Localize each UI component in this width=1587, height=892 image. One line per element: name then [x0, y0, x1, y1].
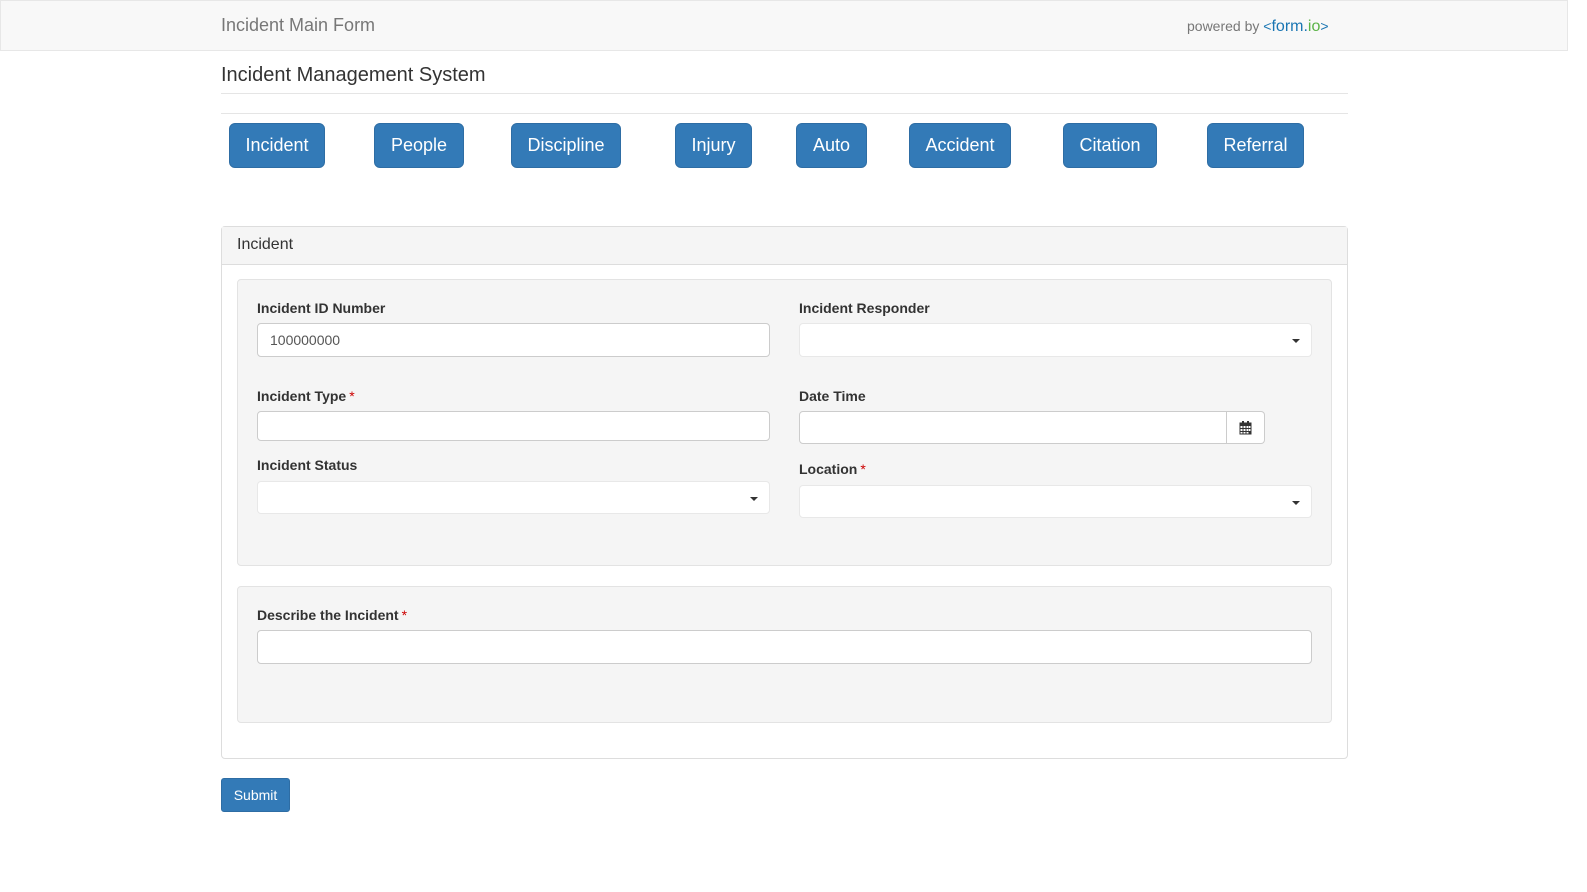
tab-auto[interactable]: Auto: [796, 123, 867, 168]
date-time-label: Date Time: [799, 388, 866, 404]
incident-type-input[interactable]: [257, 411, 770, 441]
tab-discipline[interactable]: Discipline: [511, 123, 621, 168]
date-time-input[interactable]: [799, 411, 1227, 444]
caret-down-icon: [1292, 501, 1300, 505]
incident-status-select[interactable]: [257, 481, 770, 514]
required-marker: *: [401, 607, 408, 623]
powered-by[interactable]: powered by <form.io>: [1187, 18, 1329, 36]
tab-people[interactable]: People: [374, 123, 464, 168]
page-title: Incident Management System: [221, 64, 1348, 94]
panel-title: Incident: [222, 227, 1347, 265]
tab-injury[interactable]: Injury: [675, 123, 752, 168]
location-label: Location *: [799, 461, 866, 477]
location-label-text: Location: [799, 461, 858, 477]
incident-responder-select[interactable]: [799, 323, 1312, 357]
incident-status-label: Incident Status: [257, 457, 358, 473]
required-marker: *: [860, 461, 866, 477]
calendar-button[interactable]: [1227, 411, 1265, 444]
navbar: Incident Main Form powered by <form.io>: [0, 0, 1568, 51]
navbar-brand[interactable]: Incident Main Form: [221, 15, 375, 36]
required-marker: *: [349, 388, 355, 404]
tab-accident[interactable]: Accident: [909, 123, 1011, 168]
formio-logo: <form.io>: [1263, 18, 1329, 35]
calendar-icon: [1239, 421, 1252, 435]
tab-citation[interactable]: Citation: [1063, 123, 1157, 168]
powered-by-text: powered by: [1187, 18, 1260, 34]
caret-down-icon: [1292, 339, 1300, 343]
describe-incident-input[interactable]: [257, 630, 1312, 664]
incident-responder-label: Incident Responder: [799, 300, 930, 316]
incident-id-label: Incident ID Number: [257, 300, 386, 316]
incident-type-label: Incident Type *: [257, 388, 355, 404]
incident-id-input[interactable]: [257, 323, 770, 357]
logo-form: form: [1271, 18, 1304, 35]
tab-incident[interactable]: Incident: [229, 123, 325, 168]
caret-down-icon: [750, 497, 758, 501]
logo-gt: >: [1320, 18, 1329, 34]
location-select[interactable]: [799, 485, 1312, 518]
incident-type-label-text: Incident Type: [257, 388, 347, 404]
describe-incident-label: Describe the Incident *: [257, 607, 407, 623]
submit-button[interactable]: Submit: [221, 778, 290, 812]
divider: [221, 113, 1348, 114]
describe-incident-label-text: Describe the Incident: [257, 607, 399, 623]
logo-io: io: [1307, 18, 1321, 35]
tab-referral[interactable]: Referral: [1207, 123, 1304, 168]
